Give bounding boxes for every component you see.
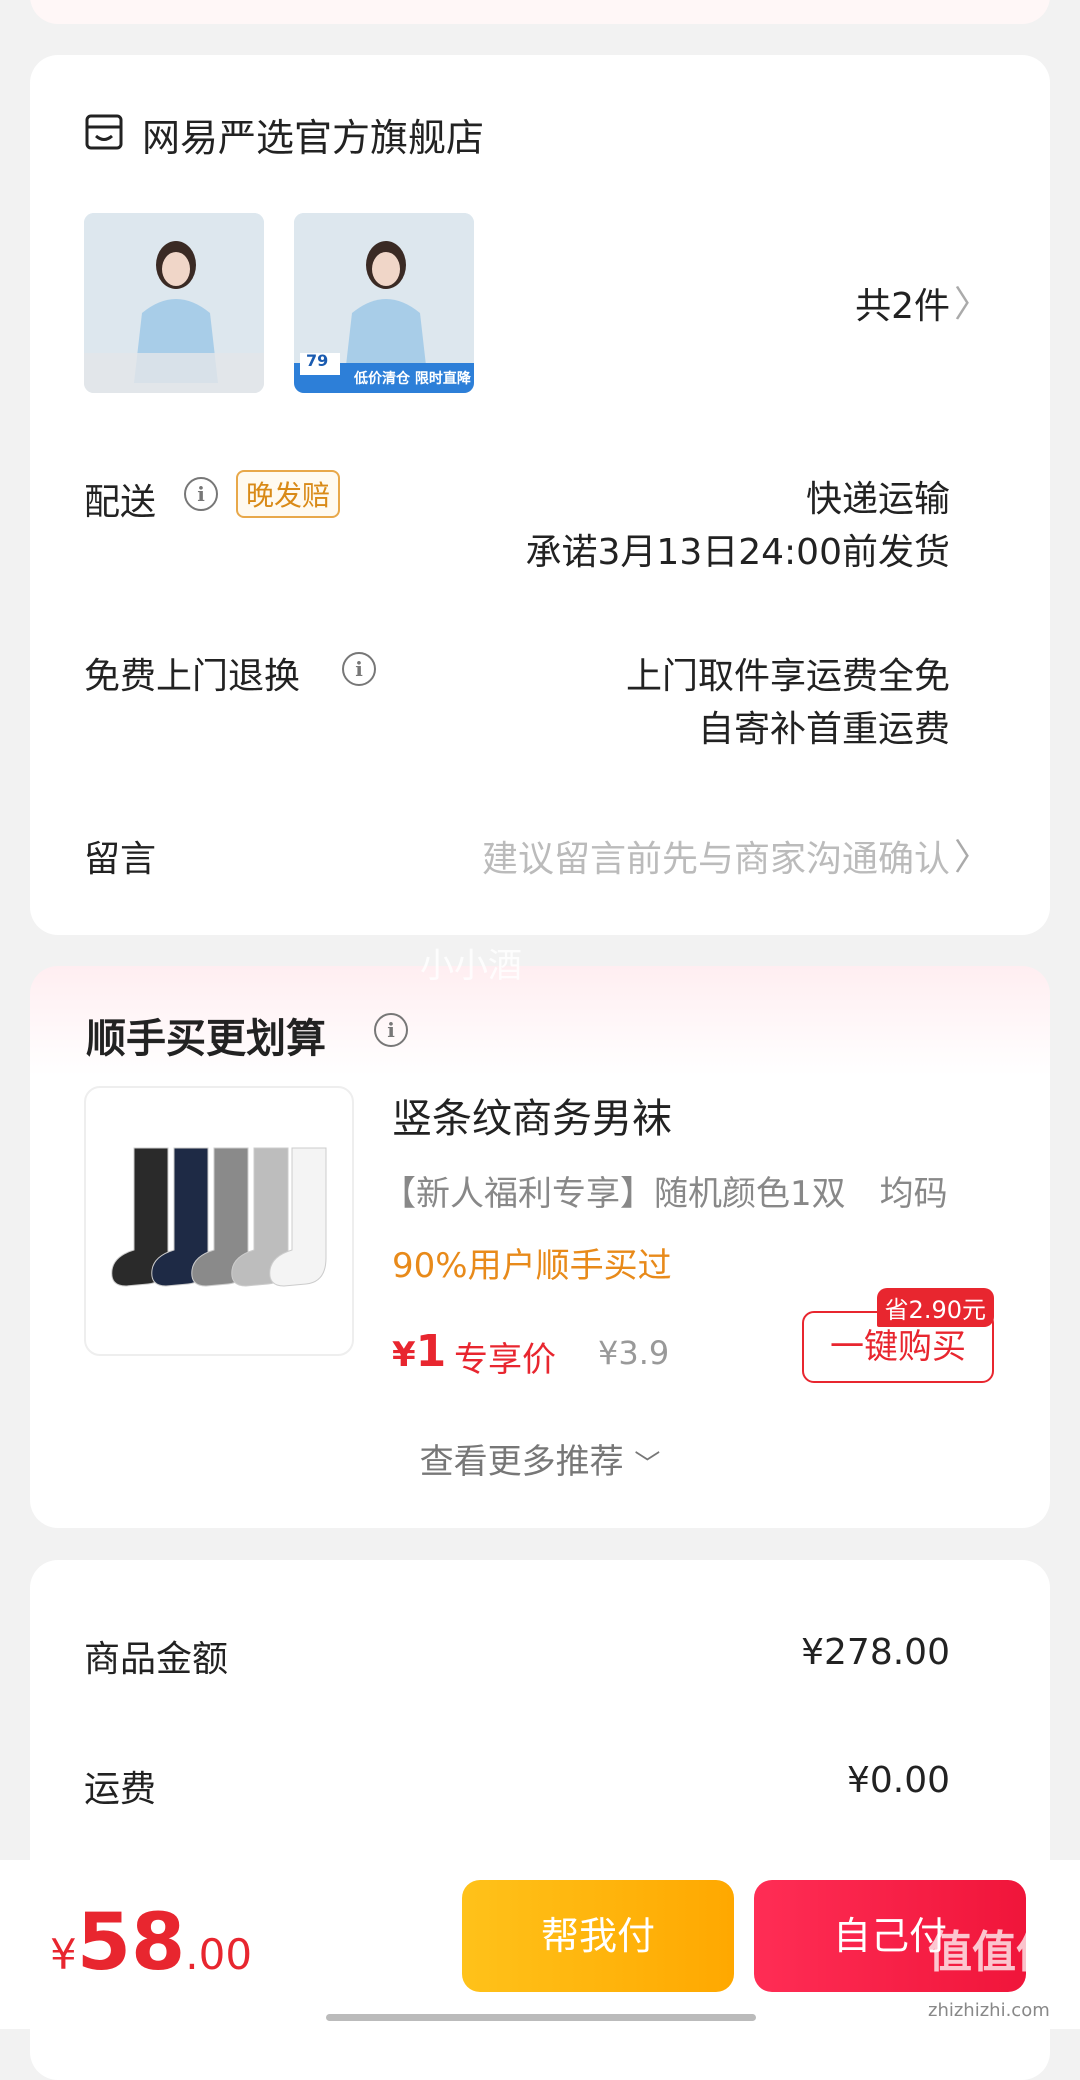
home-indicator[interactable] <box>326 2014 756 2021</box>
product-name[interactable]: 竖条纹商务男袜 <box>392 1086 672 1144</box>
product-thumbnail-1[interactable] <box>84 213 264 393</box>
returns-label: 免费上门退换 <box>84 656 301 697</box>
price-symbol: ¥ <box>392 1335 416 1375</box>
store-name[interactable]: 网易严选官方旗舰店 <box>142 107 484 162</box>
total-price: ¥58.00 <box>50 1898 252 1988</box>
late-compensation-badge: 晚发赔 <box>236 470 341 518</box>
delivery-method: 快递运输 <box>805 479 950 520</box>
product-thumbnail-2[interactable]: 79 低价清仓 限时直降 <box>294 213 474 393</box>
previous-card-edge <box>30 0 1050 24</box>
upsell-card: 小小酒 顺手买更划算 i 竖条纹商务男袜 【新人福利专享】随机颜色1双 均码 9… <box>30 946 1050 1528</box>
price-tag: 专享价 <box>454 1340 556 1380</box>
delivery-label: 配送 <box>84 482 157 523</box>
chevron-right-icon[interactable]: 〉 <box>954 828 990 880</box>
social-proof-hint: 90%用户顺手买过 <box>392 1246 672 1286</box>
goods-amount-label: 商品金额 <box>84 1639 229 1680</box>
store-card: 网易严选官方旗舰店 79 低价清仓 限时直降 共2件 〉 配送 i 晚发赔 快递… <box>30 55 1050 935</box>
chevron-down-icon: ﹀ <box>634 1450 661 1480</box>
upsell-title: 顺手买更划算 <box>86 1016 326 1062</box>
goods-amount-value: ¥278.00 <box>801 1632 950 1673</box>
chevron-right-icon[interactable]: 〉 <box>954 275 990 327</box>
store-icon <box>85 114 123 150</box>
thumbnail-price: 79 <box>306 351 329 370</box>
returns-line-2: 自寄补首重运费 <box>697 709 950 750</box>
see-more-label: 查看更多推荐 <box>419 1442 624 1482</box>
shipping-value: ¥0.00 <box>846 1760 950 1801</box>
brand-watermark: 值值值 <box>928 1927 1060 1978</box>
thumbnail-banner: 低价清仓 限时直降 <box>354 371 471 387</box>
checkout-bar: ¥58.00 帮我付 自己付 值值值 zhizhizhi.com <box>0 1860 1080 2029</box>
save-badge: 省2.90元 <box>876 1288 994 1327</box>
socks-image[interactable] <box>84 1086 354 1356</box>
help-me-pay-button[interactable]: 帮我付 <box>462 1880 734 1992</box>
returns-line-1: 上门取件享运费全免 <box>625 656 950 697</box>
price-value: 1 <box>415 1326 447 1377</box>
message-label: 留言 <box>84 839 157 880</box>
info-icon[interactable]: i <box>374 1013 408 1047</box>
original-price: ¥3.9 <box>598 1334 670 1372</box>
shipping-label: 运费 <box>84 1769 157 1810</box>
user-watermark: 小小酒 <box>420 946 522 986</box>
message-input[interactable]: 建议留言前先与商家沟通确认 <box>482 830 950 882</box>
delivery-promise: 承诺3月13日24:00前发货 <box>525 532 950 573</box>
total-decimal: .00 <box>185 1930 253 1979</box>
info-icon[interactable]: i <box>184 477 218 511</box>
total-integer: 58 <box>76 1898 186 1988</box>
items-count[interactable]: 共2件 <box>855 277 950 329</box>
exclusive-price: ¥1 <box>392 1326 446 1377</box>
see-more-recommendations[interactable]: 查看更多推荐 ﹀ <box>30 1434 1050 1483</box>
info-icon[interactable]: i <box>342 652 376 686</box>
currency-symbol: ¥ <box>50 1930 77 1979</box>
product-spec: 【新人福利专享】随机颜色1双 均码 <box>382 1174 948 1214</box>
brand-watermark-url: zhizhizhi.com <box>928 2000 1050 2021</box>
